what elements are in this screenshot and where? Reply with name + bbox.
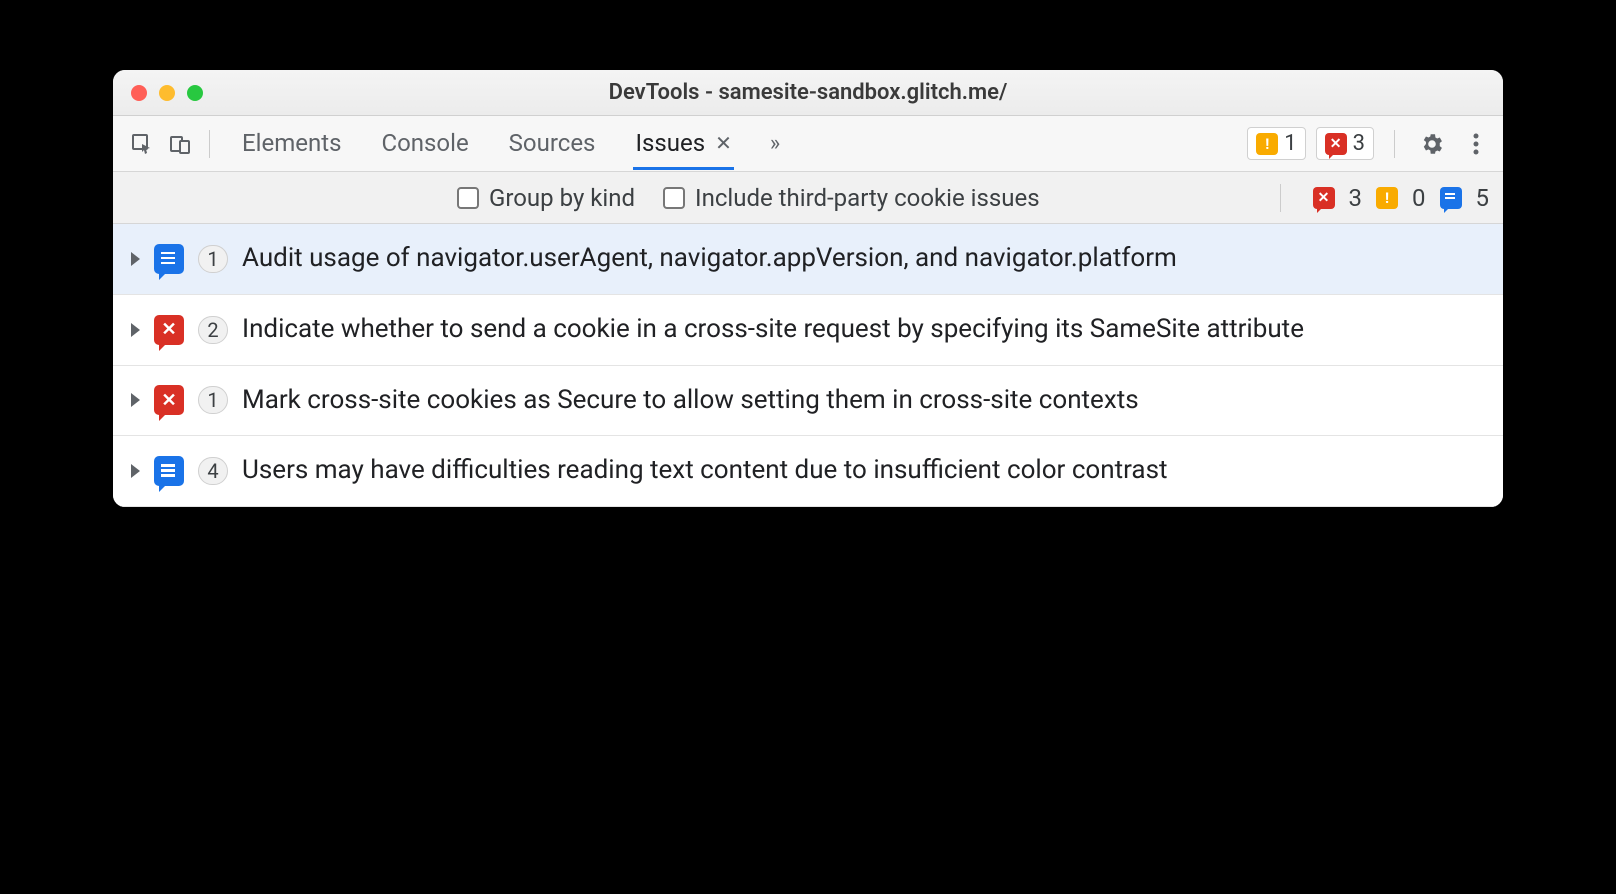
warnings-pill[interactable]: 1 bbox=[1247, 127, 1305, 160]
expand-caret-icon[interactable] bbox=[131, 252, 140, 266]
window-close-button[interactable] bbox=[131, 85, 147, 101]
close-icon[interactable]: ✕ bbox=[715, 131, 732, 155]
count-warnings: 0 bbox=[1412, 184, 1426, 212]
issue-count-badge: 2 bbox=[198, 316, 228, 344]
issue-title: Mark cross-site cookies as Secure to all… bbox=[242, 384, 1485, 418]
tab-issues[interactable]: Issues ✕ bbox=[633, 119, 733, 169]
error-icon bbox=[1325, 133, 1347, 155]
warning-icon bbox=[1376, 187, 1398, 209]
inspect-element-icon[interactable] bbox=[123, 125, 161, 163]
error-icon bbox=[1313, 187, 1335, 209]
expand-caret-icon[interactable] bbox=[131, 393, 140, 407]
include-third-party-label: Include third-party cookie issues bbox=[695, 184, 1040, 212]
separator bbox=[209, 130, 210, 158]
tab-elements[interactable]: Elements bbox=[240, 119, 343, 169]
more-menu-icon[interactable] bbox=[1459, 127, 1493, 161]
count-info: 5 bbox=[1476, 184, 1490, 212]
panel-tabs: Elements Console Sources Issues ✕ » bbox=[240, 119, 1247, 169]
more-tabs-icon[interactable]: » bbox=[770, 131, 780, 156]
tab-console[interactable]: Console bbox=[379, 119, 470, 169]
separator bbox=[1280, 184, 1281, 212]
checkbox-box bbox=[457, 187, 479, 209]
window-maximize-button[interactable] bbox=[187, 85, 203, 101]
issue-count-badge: 1 bbox=[198, 245, 228, 273]
settings-icon[interactable] bbox=[1415, 127, 1449, 161]
warnings-count: 1 bbox=[1284, 131, 1296, 156]
error-icon bbox=[154, 315, 184, 345]
titlebar: DevTools - samesite-sandbox.glitch.me/ bbox=[113, 70, 1503, 116]
issue-row[interactable]: 1 Audit usage of navigator.userAgent, nav… bbox=[113, 224, 1503, 295]
tab-sources[interactable]: Sources bbox=[507, 119, 598, 169]
device-toggle-icon[interactable] bbox=[161, 125, 199, 163]
tab-elements-label: Elements bbox=[242, 129, 341, 157]
checkbox-box bbox=[663, 187, 685, 209]
count-errors: 3 bbox=[1349, 184, 1363, 212]
devtools-window: DevTools - samesite-sandbox.glitch.me/ E… bbox=[113, 70, 1503, 507]
issue-row[interactable]: 1 Mark cross-site cookies as Secure to al… bbox=[113, 366, 1503, 437]
info-icon bbox=[154, 456, 184, 486]
errors-count: 3 bbox=[1353, 131, 1365, 156]
window-title: DevTools - samesite-sandbox.glitch.me/ bbox=[113, 80, 1503, 105]
errors-pill[interactable]: 3 bbox=[1316, 127, 1374, 160]
issues-filter-bar: Group by kind Include third-party cookie… bbox=[113, 172, 1503, 224]
issue-list: 1 Audit usage of navigator.userAgent, nav… bbox=[113, 224, 1503, 507]
toolbar-right: 1 3 bbox=[1247, 127, 1493, 161]
window-minimize-button[interactable] bbox=[159, 85, 175, 101]
group-by-kind-label: Group by kind bbox=[489, 184, 635, 212]
error-icon bbox=[154, 385, 184, 415]
expand-caret-icon[interactable] bbox=[131, 464, 140, 478]
expand-caret-icon[interactable] bbox=[131, 323, 140, 337]
issue-title: Indicate whether to send a cookie in a c… bbox=[242, 313, 1485, 347]
issue-row[interactable]: 4 Users may have difficulties reading tex… bbox=[113, 436, 1503, 507]
info-icon bbox=[154, 244, 184, 274]
traffic-lights bbox=[113, 85, 203, 101]
tab-sources-label: Sources bbox=[509, 129, 596, 157]
warning-icon bbox=[1256, 133, 1278, 155]
issue-count-badge: 1 bbox=[198, 386, 228, 414]
issue-count-badge: 4 bbox=[198, 457, 228, 485]
issue-counts: 3 0 5 bbox=[1313, 184, 1490, 212]
main-toolbar: Elements Console Sources Issues ✕ » 1 3 bbox=[113, 116, 1503, 172]
issue-row[interactable]: 2 Indicate whether to send a cookie in a … bbox=[113, 295, 1503, 366]
issue-title: Users may have difficulties reading text… bbox=[242, 454, 1485, 488]
info-icon bbox=[1440, 187, 1462, 209]
tab-issues-label: Issues bbox=[635, 129, 705, 157]
group-by-kind-checkbox[interactable]: Group by kind bbox=[457, 184, 635, 212]
separator bbox=[1394, 130, 1395, 158]
tab-console-label: Console bbox=[381, 129, 468, 157]
include-third-party-checkbox[interactable]: Include third-party cookie issues bbox=[663, 184, 1040, 212]
issue-title: Audit usage of navigator.userAgent, navi… bbox=[242, 242, 1485, 276]
